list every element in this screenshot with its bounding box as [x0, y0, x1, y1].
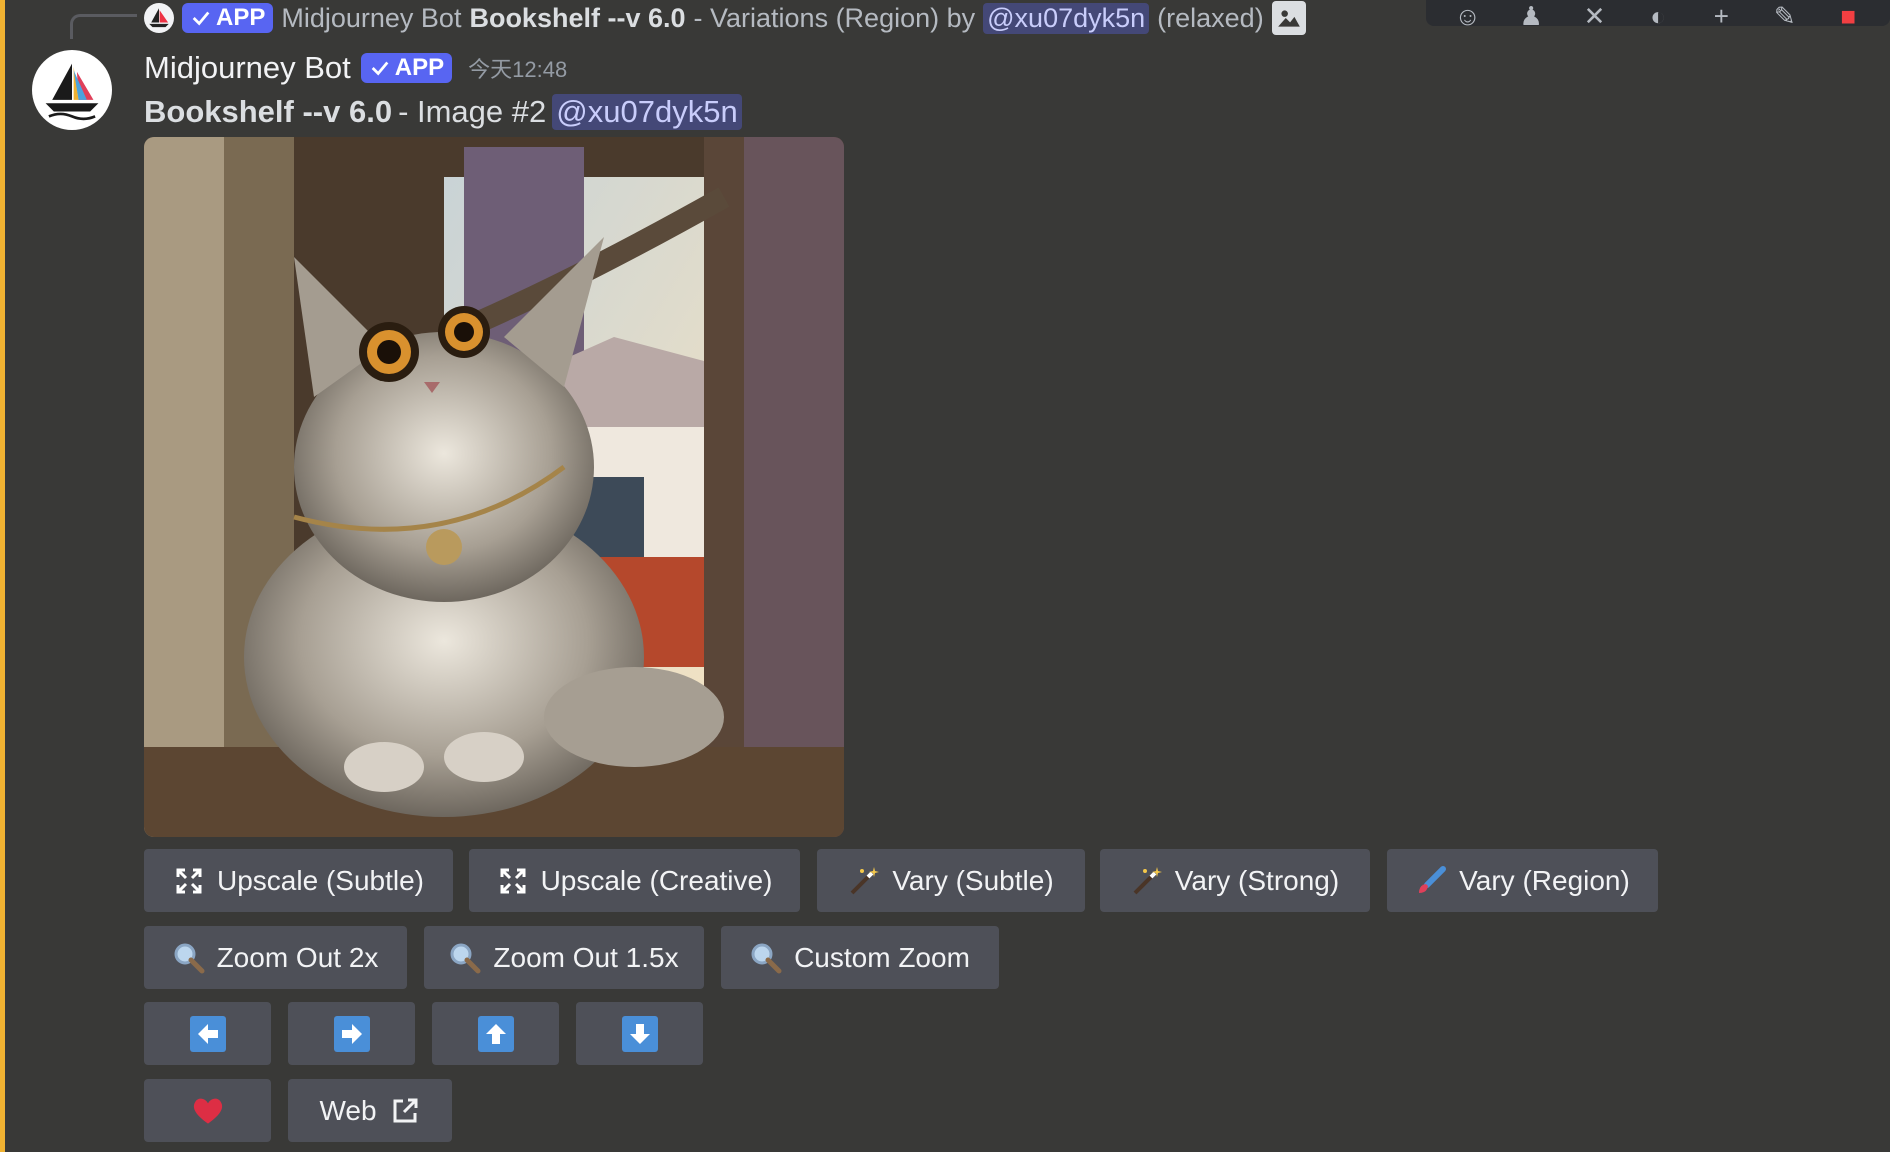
- thread-icon[interactable]: ♟: [1513, 0, 1549, 26]
- web-button[interactable]: Web: [288, 1079, 452, 1142]
- user-mention[interactable]: @xu07dyk5n: [552, 94, 742, 130]
- username[interactable]: Midjourney Bot: [144, 50, 351, 86]
- prompt-text: Bookshelf --v 6.0: [144, 94, 393, 129]
- avatar[interactable]: [32, 50, 112, 130]
- pan-left-button[interactable]: [144, 1002, 271, 1065]
- reply-prompt: Bookshelf --v 6.0: [469, 2, 686, 33]
- magic-wand-icon: [1131, 865, 1163, 897]
- web-label: Web: [319, 1094, 377, 1126]
- edit-icon[interactable]: ✎: [1767, 0, 1803, 26]
- vary-strong-button[interactable]: Vary (Strong): [1100, 849, 1370, 912]
- expand-arrows-icon: [497, 865, 529, 897]
- reply-connector: [70, 14, 137, 39]
- magnifier-icon: [449, 942, 481, 974]
- reply-author[interactable]: Midjourney Bot: [281, 3, 461, 34]
- app-badge: APP: [360, 53, 453, 83]
- timestamp[interactable]: 今天12:48: [468, 52, 567, 84]
- vary-region-button[interactable]: Vary (Region): [1387, 849, 1658, 912]
- pin-icon[interactable]: ✕: [1577, 0, 1613, 26]
- vary-strong-label: Vary (Strong): [1174, 864, 1340, 896]
- checkmark-icon: [192, 11, 210, 26]
- reply-mode: (relaxed): [1157, 2, 1264, 33]
- message-header: Midjourney Bot APP 今天12:48: [144, 46, 567, 90]
- arrow-left-icon: [189, 1015, 226, 1052]
- custom-zoom-button[interactable]: Custom Zoom: [721, 926, 999, 989]
- plus-icon[interactable]: +: [1703, 0, 1739, 26]
- zoom-out-1-5x-label: Zoom Out 1.5x: [493, 941, 679, 973]
- zoom-out-2x-button[interactable]: Zoom Out 2x: [144, 926, 407, 989]
- arrow-up-icon: [477, 1015, 514, 1052]
- magnifier-icon: [173, 942, 205, 974]
- highlight-bar: [0, 0, 5, 1152]
- reply-avatar: [144, 3, 174, 33]
- checkmark-icon: [371, 61, 389, 76]
- external-link-icon: [389, 1095, 421, 1127]
- magic-wand-icon: [848, 865, 880, 897]
- app-badge-label: APP: [216, 4, 266, 31]
- arrow-down-icon: [621, 1015, 658, 1052]
- paintbrush-icon: [1415, 865, 1447, 897]
- pan-down-button[interactable]: [576, 1002, 703, 1065]
- expand-arrows-icon: [173, 865, 205, 897]
- upscale-creative-button[interactable]: Upscale (Creative): [469, 849, 800, 912]
- message-content: Bookshelf --v 6.0 - Image #2 @xu07dyk5n: [144, 90, 742, 134]
- vary-subtle-button[interactable]: Vary (Subtle): [817, 849, 1085, 912]
- reply-mention[interactable]: @xu07dyk5n: [983, 2, 1150, 34]
- refresh-icon[interactable]: ◐: [1640, 0, 1676, 26]
- like-button[interactable]: [144, 1079, 271, 1142]
- heart-icon: [192, 1095, 224, 1127]
- upscale-subtle-label: Upscale (Subtle): [217, 864, 424, 896]
- delete-icon[interactable]: ■: [1830, 0, 1866, 26]
- zoom-out-2x-label: Zoom Out 2x: [216, 941, 379, 973]
- vary-subtle-label: Vary (Subtle): [892, 864, 1054, 896]
- vary-region-label: Vary (Region): [1459, 864, 1630, 896]
- sailboat-icon: [45, 63, 99, 121]
- app-badge-label: APP: [394, 54, 445, 81]
- upscale-subtle-button[interactable]: Upscale (Subtle): [144, 849, 453, 912]
- arrow-right-icon: [333, 1015, 370, 1052]
- magnifier-icon: [750, 942, 782, 974]
- upscale-creative-label: Upscale (Creative): [540, 864, 773, 896]
- app-badge: APP: [182, 3, 274, 33]
- zoom-out-1-5x-button[interactable]: Zoom Out 1.5x: [424, 926, 704, 989]
- message-toolbar: ☺ ♟ ✕ ◐ + ✎ ■: [1426, 0, 1890, 26]
- pan-right-button[interactable]: [288, 1002, 415, 1065]
- generated-image[interactable]: [144, 137, 844, 837]
- reply-action: - Variations (Region) by: [693, 2, 976, 33]
- image-label: - Image #2: [398, 94, 547, 129]
- sailboat-icon: [149, 8, 169, 28]
- reaction-icon[interactable]: ☺: [1450, 0, 1486, 26]
- image-icon[interactable]: [1271, 1, 1306, 35]
- pan-up-button[interactable]: [432, 1002, 559, 1065]
- reply-reference[interactable]: APP Midjourney Bot Bookshelf --v 6.0 - V…: [144, 0, 1306, 36]
- custom-zoom-label: Custom Zoom: [794, 941, 970, 973]
